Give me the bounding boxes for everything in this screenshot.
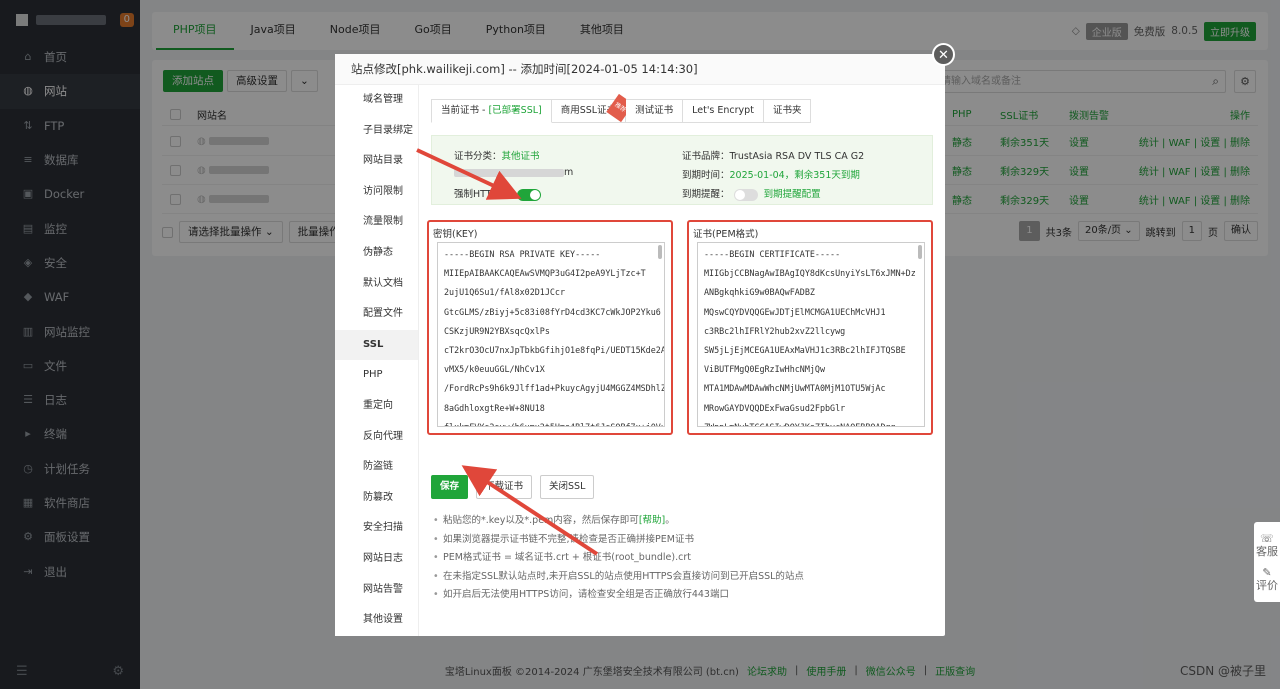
help-link[interactable]: [帮助] xyxy=(639,515,665,526)
text-line: ZWppLmNvbTCCASIwDQYJKoZIhvcNAQEBBQADgg xyxy=(704,421,896,427)
customer-service-button[interactable]: ☏ 客服 xyxy=(1254,528,1280,562)
key-label: 密钥(KEY) xyxy=(433,229,478,240)
text-line: 8aGdhloxgtRe+W+8NU18 xyxy=(444,402,545,413)
tip-item: PEM格式证书 = 域名证书.crt + 根证书(root_bundle).cr… xyxy=(433,549,804,568)
modal-nav-item-14[interactable]: 安全扫描 xyxy=(335,513,418,544)
expire-remind-toggle[interactable] xyxy=(733,188,758,201)
floating-help: ☏ 客服 ✎ 评价 xyxy=(1254,522,1280,602)
modal-nav-item-3[interactable]: 访问限制 xyxy=(335,177,418,208)
modal-nav-item-1[interactable]: 子目录绑定 xyxy=(335,116,418,147)
modal-nav-item-6[interactable]: 默认文档 xyxy=(335,269,418,300)
modal-nav-item-11[interactable]: 反向代理 xyxy=(335,422,418,453)
text-line: GtcGLMS/zBiyj+5c83i08fYrD4cd3KC7cWkJOP2Y… xyxy=(444,306,661,317)
text-line: SW5jLjEjMCEGA1UEAxMaVHJ1c3RBc2lhIFJTQSBE xyxy=(704,345,906,356)
text-line: -----BEGIN RSA PRIVATE KEY----- xyxy=(444,249,601,259)
tab-test-cert[interactable]: 测试证书 xyxy=(626,99,684,123)
cert-domain: m xyxy=(454,167,573,178)
modal-title: 站点修改[phk.wailikeji.com] -- 添加时间[2024-01-… xyxy=(335,54,945,85)
remind-config-link[interactable]: 到期提醒配置 xyxy=(764,189,821,200)
text-line: MTA1MDAwMDAwWhcNMjUwMTA0MjM1OTU5WjAc xyxy=(704,383,886,394)
key-textarea[interactable]: -----BEGIN RSA PRIVATE KEY----- MIIEpAIBA… xyxy=(437,242,665,427)
review-button[interactable]: ✎ 评价 xyxy=(1254,562,1280,596)
cert-label: 证书(PEM格式) xyxy=(693,229,759,240)
cert-category: 证书分类：其他证书 xyxy=(454,151,540,162)
tab-letsencrypt[interactable]: Let's Encrypt xyxy=(683,99,764,123)
text-line: ViBUTFMgQ0EgRzIwHhcNMjQw xyxy=(704,364,826,375)
modal-nav-item-12[interactable]: 防盗链 xyxy=(335,452,418,483)
cert-brand: 证书品牌：TrustAsia RSA DV TLS CA G2 xyxy=(682,151,865,162)
modal-nav-item-9[interactable]: PHP xyxy=(335,360,418,391)
modal-nav-item-2[interactable]: 网站目录 xyxy=(335,146,418,177)
force-https-row: 强制HTTPS： xyxy=(454,186,541,201)
tip-item: 如开启后无法使用HTTPS访问，请检查安全组是否正确放行443端口 xyxy=(433,586,804,605)
text-line: flxkmFVYs2svw/h6umu2t5Hmo4Bl7t6JsSQBf7x+… xyxy=(444,421,665,427)
cert-highlight-box: 证书(PEM格式) -----BEGIN CERTIFICATE----- MII… xyxy=(687,220,933,435)
text-line: vMX5/k0euuGGL/NhCv1X xyxy=(444,364,545,375)
modal-nav-item-13[interactable]: 防篡改 xyxy=(335,483,418,514)
text-line: MRowGAYDVQQDExFwaGsud2FpbGlr xyxy=(704,402,846,413)
download-cert-button[interactable]: 下载证书 xyxy=(476,475,533,499)
ssl-panel: 当前证书 - [已部署SSL] 商用SSL证书 推荐 测试证书 Let's Enc… xyxy=(419,85,945,636)
modal-nav-item-10[interactable]: 重定向 xyxy=(335,391,418,422)
text-line: /FordRcPs9h6k9Jlff1ad+PkuycAgyjU4MGGZ4MS… xyxy=(444,383,665,394)
cert-info-box: 证书分类：其他证书 m 强制HTTPS： 证书品牌：TrustAsia RSA … xyxy=(431,135,933,205)
tab-cert-folder[interactable]: 证书夹 xyxy=(763,99,812,123)
key-scrollbar[interactable] xyxy=(658,245,662,259)
expire-remind-row: 到期提醒： 到期提醒配置 xyxy=(682,188,821,201)
text-line: MIIGbjCCBNagAwIBAgIQY8dKcsUnyiYsLT6xJMN+… xyxy=(704,268,916,279)
modal-nav-item-5[interactable]: 伪静态 xyxy=(335,238,418,269)
tab-current-cert[interactable]: 当前证书 - [已部署SSL] xyxy=(431,99,552,123)
modal-nav-item-8[interactable]: SSL xyxy=(335,329,418,361)
modal-nav-item-17[interactable]: 其他设置 xyxy=(335,605,418,636)
force-https-toggle[interactable] xyxy=(516,188,541,201)
modal-nav-item-0[interactable]: 域名管理 xyxy=(335,85,418,116)
text-line: -----BEGIN CERTIFICATE----- xyxy=(704,249,841,259)
tip-item: 在未指定SSL默认站点时,未开启SSL的站点使用HTTPS会直接访问到已开启SS… xyxy=(433,568,804,587)
text-line: MIIEpAIBAAKCAQEAwSVMQP3uG4I2peA9YLjTzc+T xyxy=(444,268,646,279)
redacted-domain xyxy=(454,168,564,177)
tab-commercial-ssl[interactable]: 商用SSL证书 推荐 xyxy=(551,93,634,123)
cert-scrollbar[interactable] xyxy=(918,245,922,259)
tip-item: 如果浏览器提示证书链不完整,请检查是否正确拼接PEM证书 xyxy=(433,531,804,550)
close-icon[interactable]: ✕ xyxy=(932,43,955,66)
modal-nav-item-7[interactable]: 配置文件 xyxy=(335,299,418,330)
text-line: CSKzjUR9N2YBXsqcQxlPs xyxy=(444,325,550,336)
text-line: ANBgkqhkiG9w0BAQwFADBZ xyxy=(704,287,815,298)
save-button[interactable]: 保存 xyxy=(431,475,469,499)
ssl-tabs: 当前证书 - [已部署SSL] 商用SSL证书 推荐 测试证书 Let's Enc… xyxy=(431,93,812,123)
tip-item: 粘贴您的*.key以及*.pem内容，然后保存即可[帮助]。 xyxy=(433,512,804,531)
text-line: c3RBc2lhIFRlY2hub2xvZ2llcywg xyxy=(704,325,846,336)
text-line: MQswCQYDVQQGEwJDTjElMCMGA1UEChMcVHJ1 xyxy=(704,306,886,317)
ssl-tips: 粘贴您的*.key以及*.pem内容，然后保存即可[帮助]。如果浏览器提示证书链… xyxy=(433,512,804,605)
ssl-actions: 保存 下载证书 关闭SSL xyxy=(431,475,595,499)
site-edit-modal: 站点修改[phk.wailikeji.com] -- 添加时间[2024-01-… xyxy=(335,43,955,636)
cert-expire: 到期时间：2025-01-04，剩余351天到期 xyxy=(682,170,860,181)
text-line: cT2krO3OcU7nxJpTbkbGfihjO1e8fqPi/UEDT15K… xyxy=(444,345,665,356)
cert-textarea[interactable]: -----BEGIN CERTIFICATE----- MIIGbjCCBNagA… xyxy=(697,242,925,427)
modal-nav-item-4[interactable]: 流量限制 xyxy=(335,207,418,238)
modal-nav-item-16[interactable]: 网站告警 xyxy=(335,575,418,606)
modal-nav: 域名管理 子目录绑定 网站目录 访问限制 流量限制 伪静态 默认文档 配置文件 SSL PHP 重定… xyxy=(335,85,419,636)
modal-nav-item-15[interactable]: 网站日志 xyxy=(335,544,418,575)
key-highlight-box: 密钥(KEY) -----BEGIN RSA PRIVATE KEY----- M… xyxy=(427,220,673,435)
close-ssl-button[interactable]: 关闭SSL xyxy=(540,475,595,499)
text-line: 2ujU1Q6Su1/fAl8x02D1JCcr xyxy=(444,287,566,298)
watermark: CSDN @被子里 xyxy=(1179,664,1266,678)
